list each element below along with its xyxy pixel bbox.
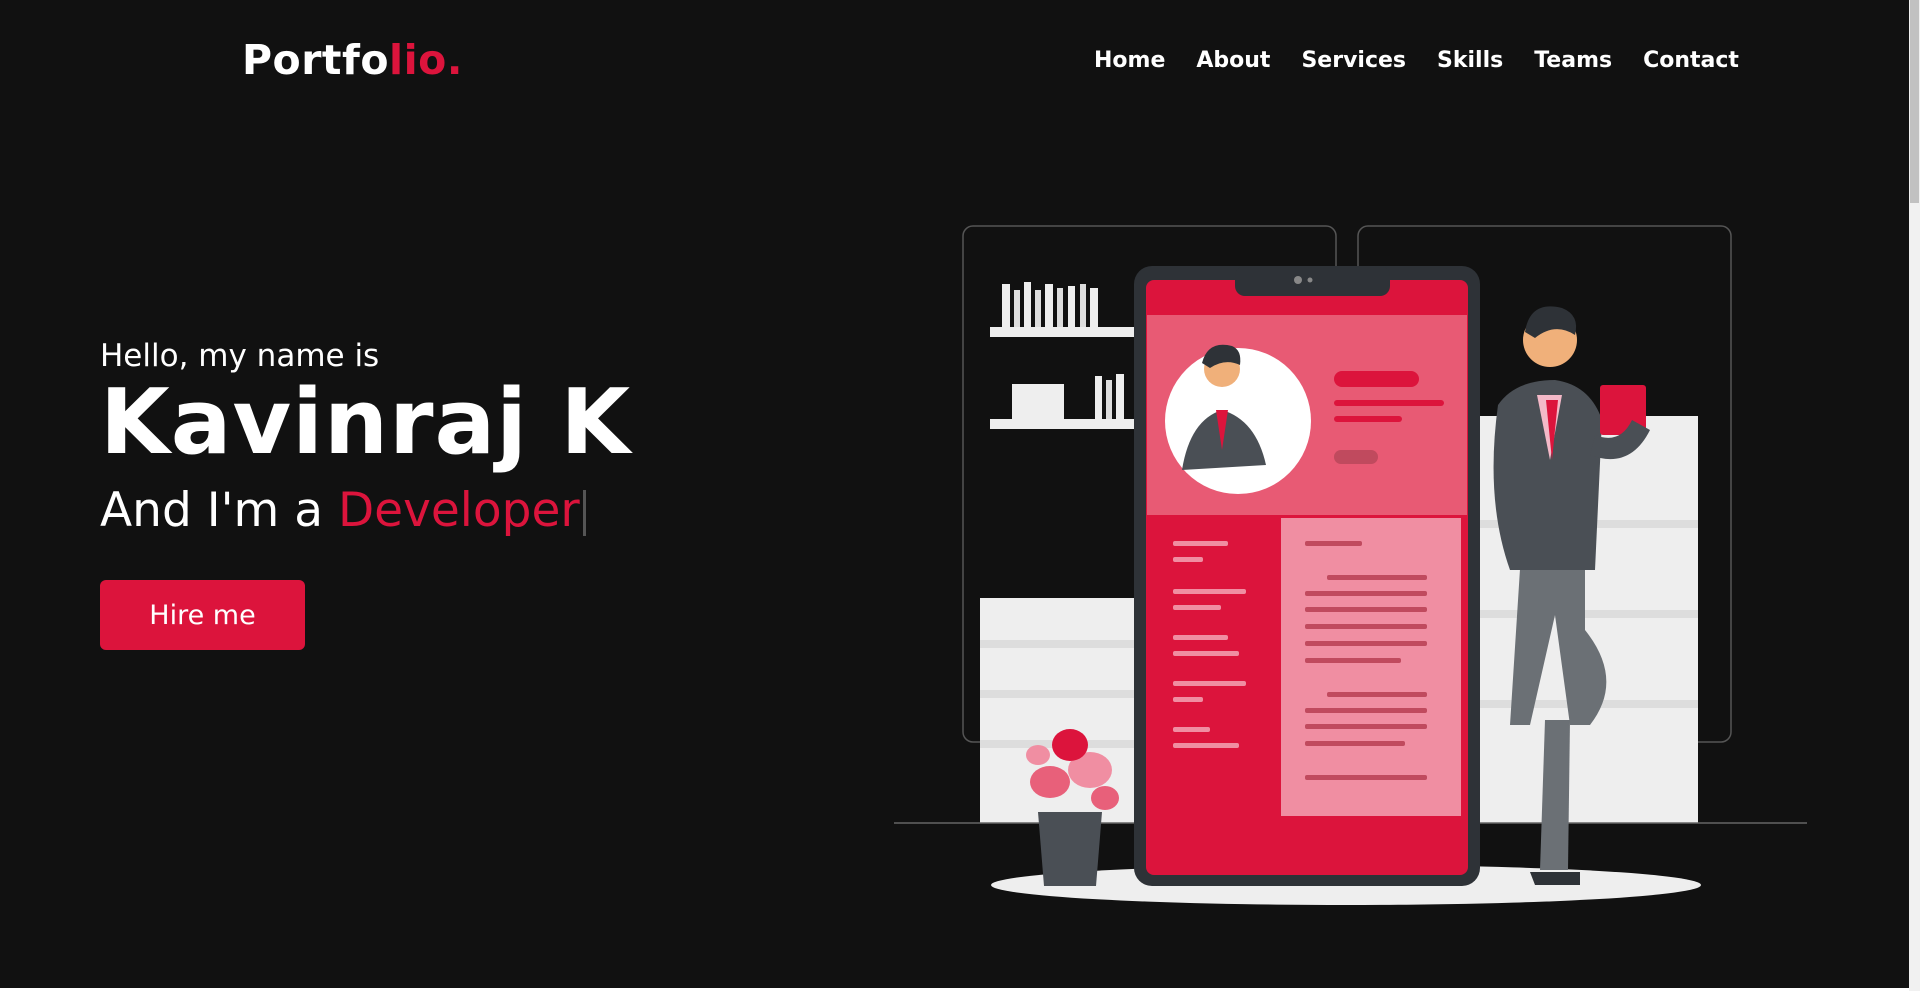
hero-role: And I'm a Developer	[100, 483, 631, 538]
site-logo[interactable]: Portfolio.	[242, 36, 463, 84]
resume-portfolio-illustration	[894, 225, 1807, 905]
nav-about-link[interactable]: About	[1196, 48, 1270, 73]
role-highlight: Developer	[337, 482, 580, 538]
bookshelf	[990, 282, 1135, 429]
hire-me-button[interactable]: Hire me	[100, 580, 305, 650]
typing-cursor	[582, 490, 586, 536]
phone-resume	[1134, 266, 1480, 886]
nav-teams-link[interactable]: Teams	[1534, 48, 1612, 73]
hero-name: Kavinraj K	[100, 370, 632, 475]
vertical-scrollbar[interactable]	[1909, 0, 1920, 991]
nav-home-link[interactable]: Home	[1094, 48, 1165, 73]
nav-services-link[interactable]: Services	[1301, 48, 1406, 73]
logo-accent-text: lio.	[389, 36, 463, 84]
hero-greeting: Hello, my name is	[100, 338, 380, 374]
scrollbar-thumb[interactable]	[1910, 0, 1919, 203]
nav-skills-link[interactable]: Skills	[1437, 48, 1503, 73]
hero-text: Hello, my name is Kavinraj K And I'm a D…	[100, 338, 631, 538]
main-nav: Home About Services Skills Teams Contact	[1094, 48, 1739, 73]
nav-contact-link[interactable]: Contact	[1643, 48, 1739, 73]
page: Portfolio. Home About Services Skills Te…	[0, 0, 1909, 988]
logo-main-text: Portfo	[242, 36, 390, 84]
role-prefix: And I'm a	[100, 482, 338, 538]
